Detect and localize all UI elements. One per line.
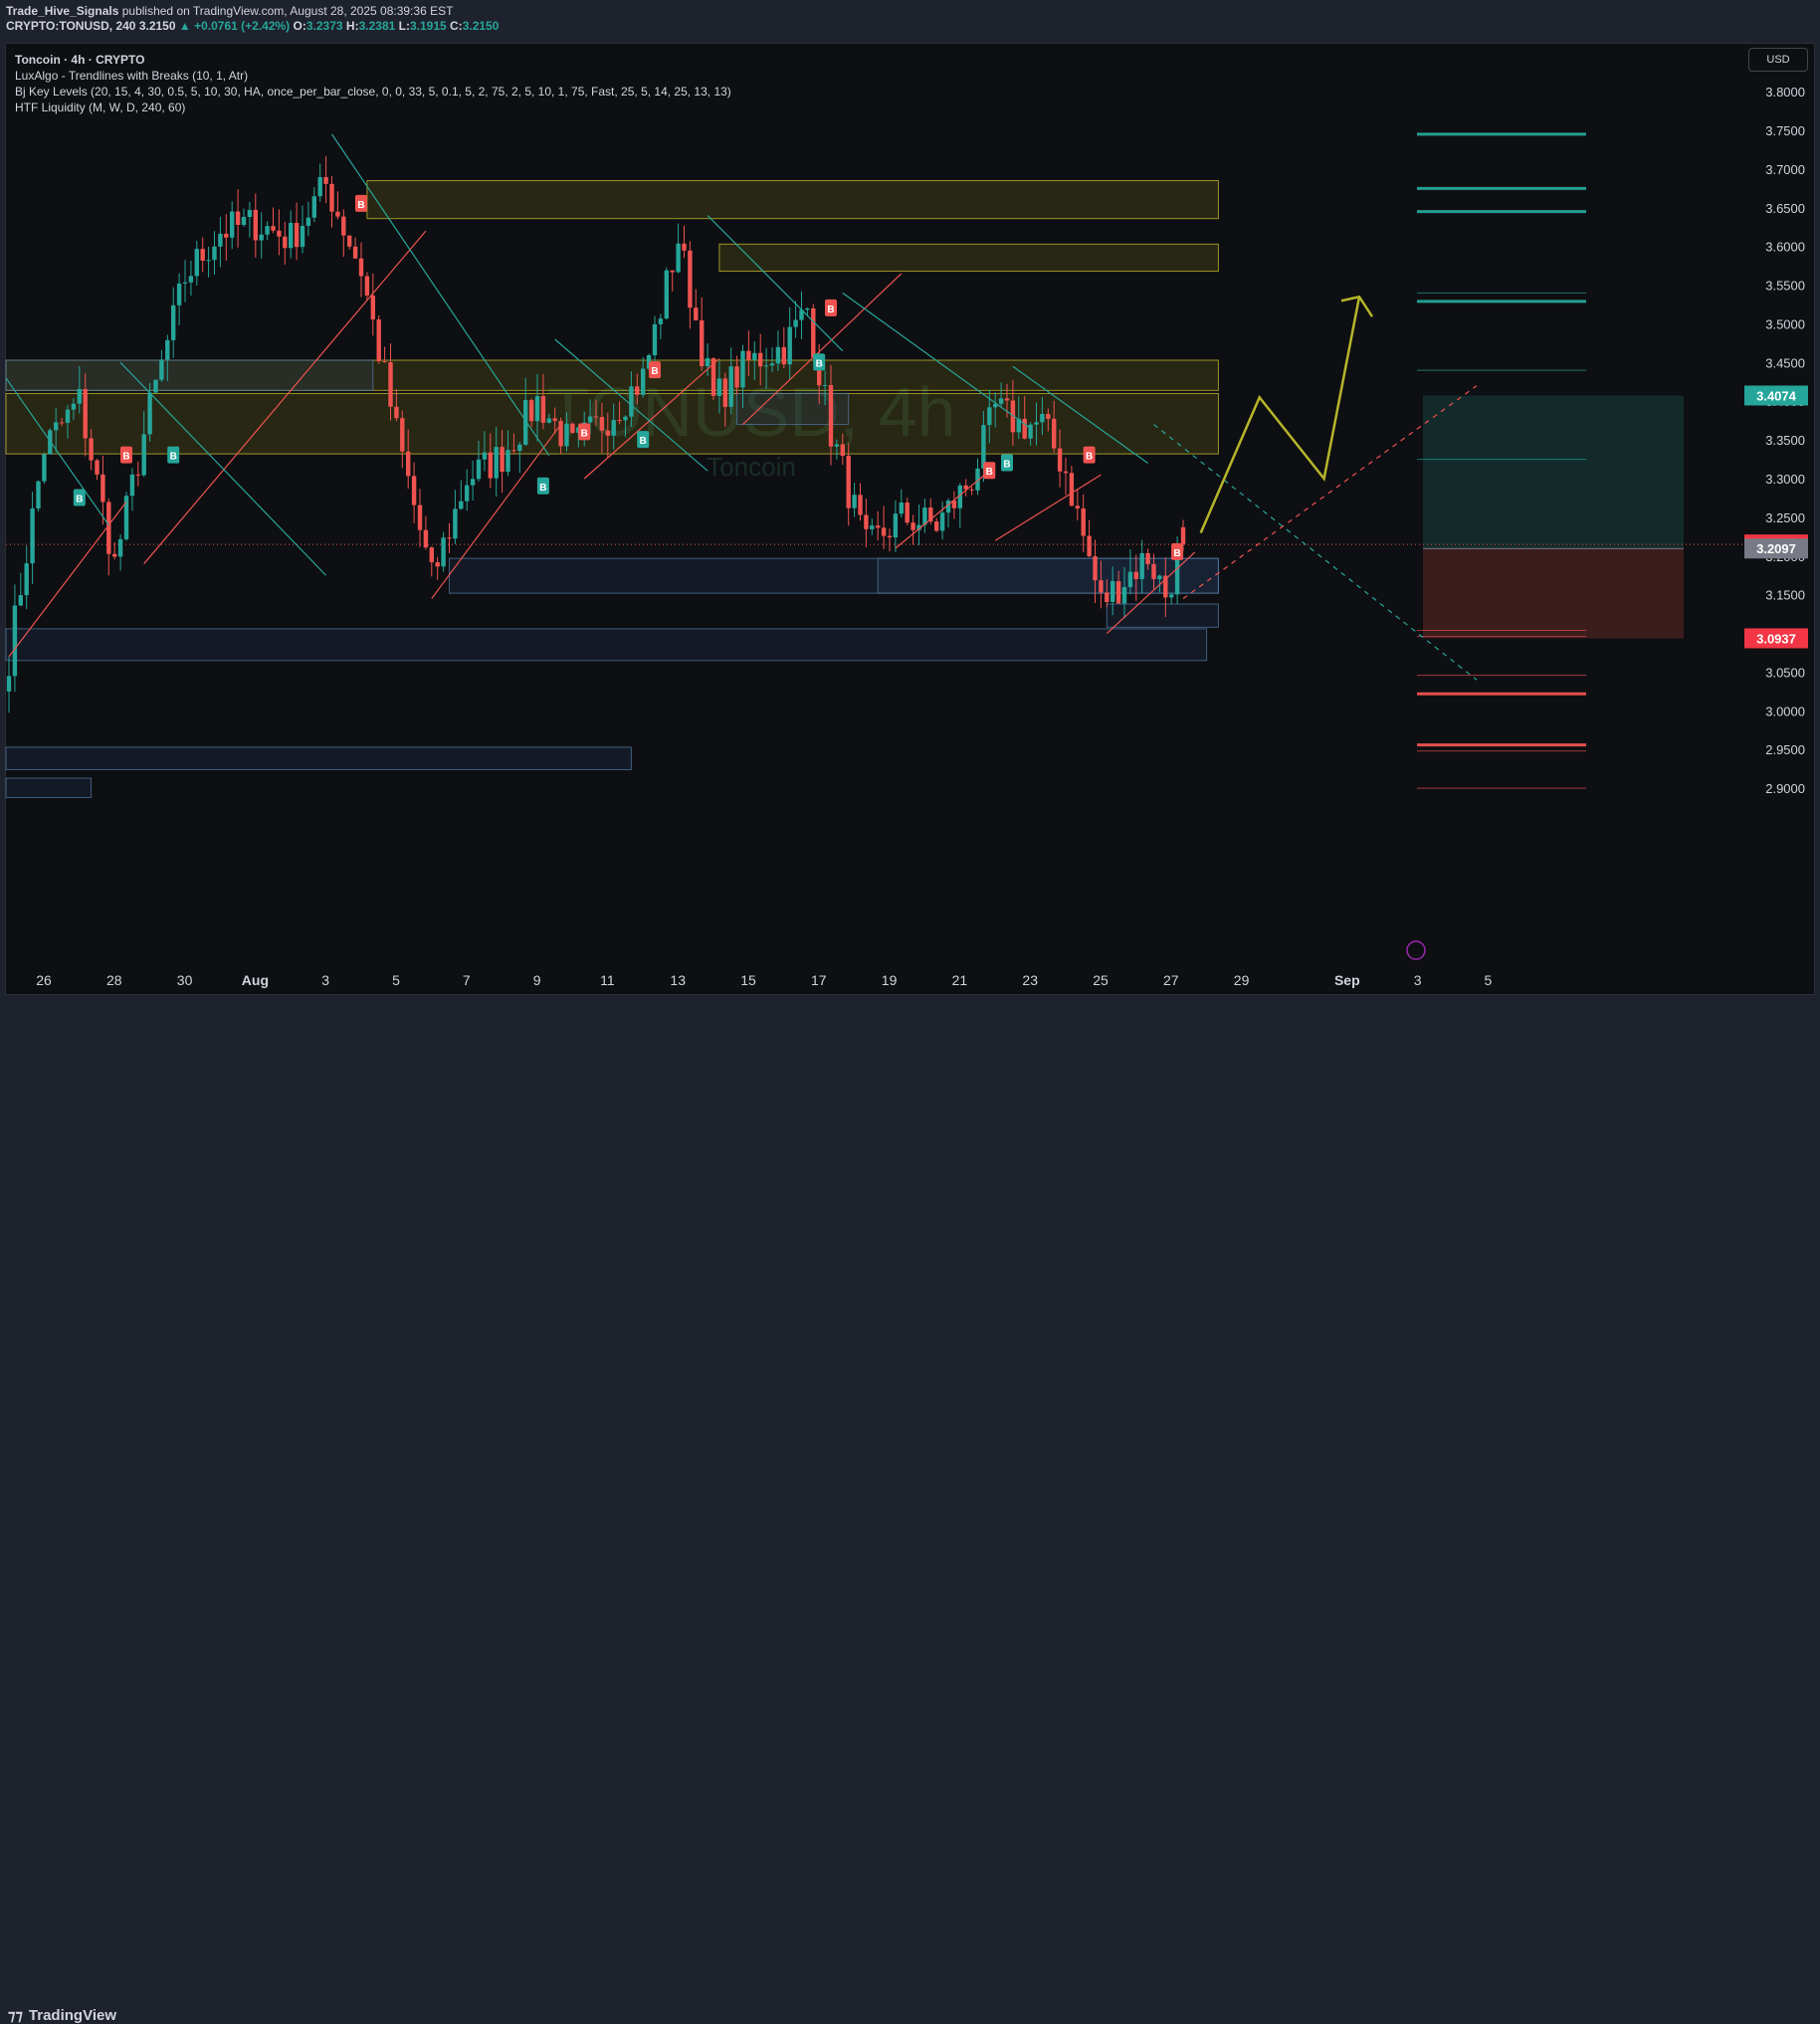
change-arrow-icon: ▲ (178, 19, 191, 33)
chart-legend: Toncoin · 4h · CRYPTO LuxAlgo - Trendlin… (15, 52, 731, 115)
footer-bar: ⁊⁊ TradingView (0, 999, 1820, 2024)
publisher-line: Trade_Hive_Signals published on TradingV… (6, 4, 1814, 19)
open-label: O: (293, 19, 306, 33)
tradingview-logo[interactable]: ⁊⁊ TradingView (8, 2006, 116, 2024)
publish-info: published on TradingView.com, August 28,… (121, 4, 454, 18)
chart-pane[interactable] (5, 43, 1815, 995)
low-label: L: (398, 19, 410, 33)
tradingview-logo-icon: ⁊⁊ (8, 2007, 23, 2024)
close-label: C: (450, 19, 463, 33)
close-value: 3.2150 (462, 19, 500, 33)
open-value: 3.2373 (305, 19, 343, 33)
price-change: +0.0761 (+2.42%) (194, 19, 291, 33)
high-value: 3.2381 (358, 19, 396, 33)
low-value: 3.1915 (409, 19, 447, 33)
quote-line: CRYPTO:TONUSD, 240 3.2150 ▲ +0.0761 (+2.… (6, 19, 1814, 34)
publication-header: Trade_Hive_Signals published on TradingV… (0, 0, 1820, 40)
last-price: 3.2150 (138, 19, 176, 33)
ticker: CRYPTO:TONUSD, 240 (6, 19, 136, 33)
tradingview-brand: TradingView (28, 2007, 117, 2024)
legend-indicator-htf-liquidity[interactable]: HTF Liquidity (M, W, D, 240, 60) (15, 100, 731, 115)
currency-selector-button[interactable]: USD (1748, 48, 1808, 72)
author-name[interactable]: Trade_Hive_Signals (6, 4, 118, 18)
legend-symbol[interactable]: Toncoin · 4h · CRYPTO (15, 52, 731, 68)
legend-indicator-key-levels[interactable]: Bj Key Levels (20, 15, 4, 30, 0.5, 5, 10… (15, 84, 731, 100)
legend-indicator-trendlines[interactable]: LuxAlgo - Trendlines with Breaks (10, 1,… (15, 68, 731, 84)
high-label: H: (345, 19, 359, 33)
